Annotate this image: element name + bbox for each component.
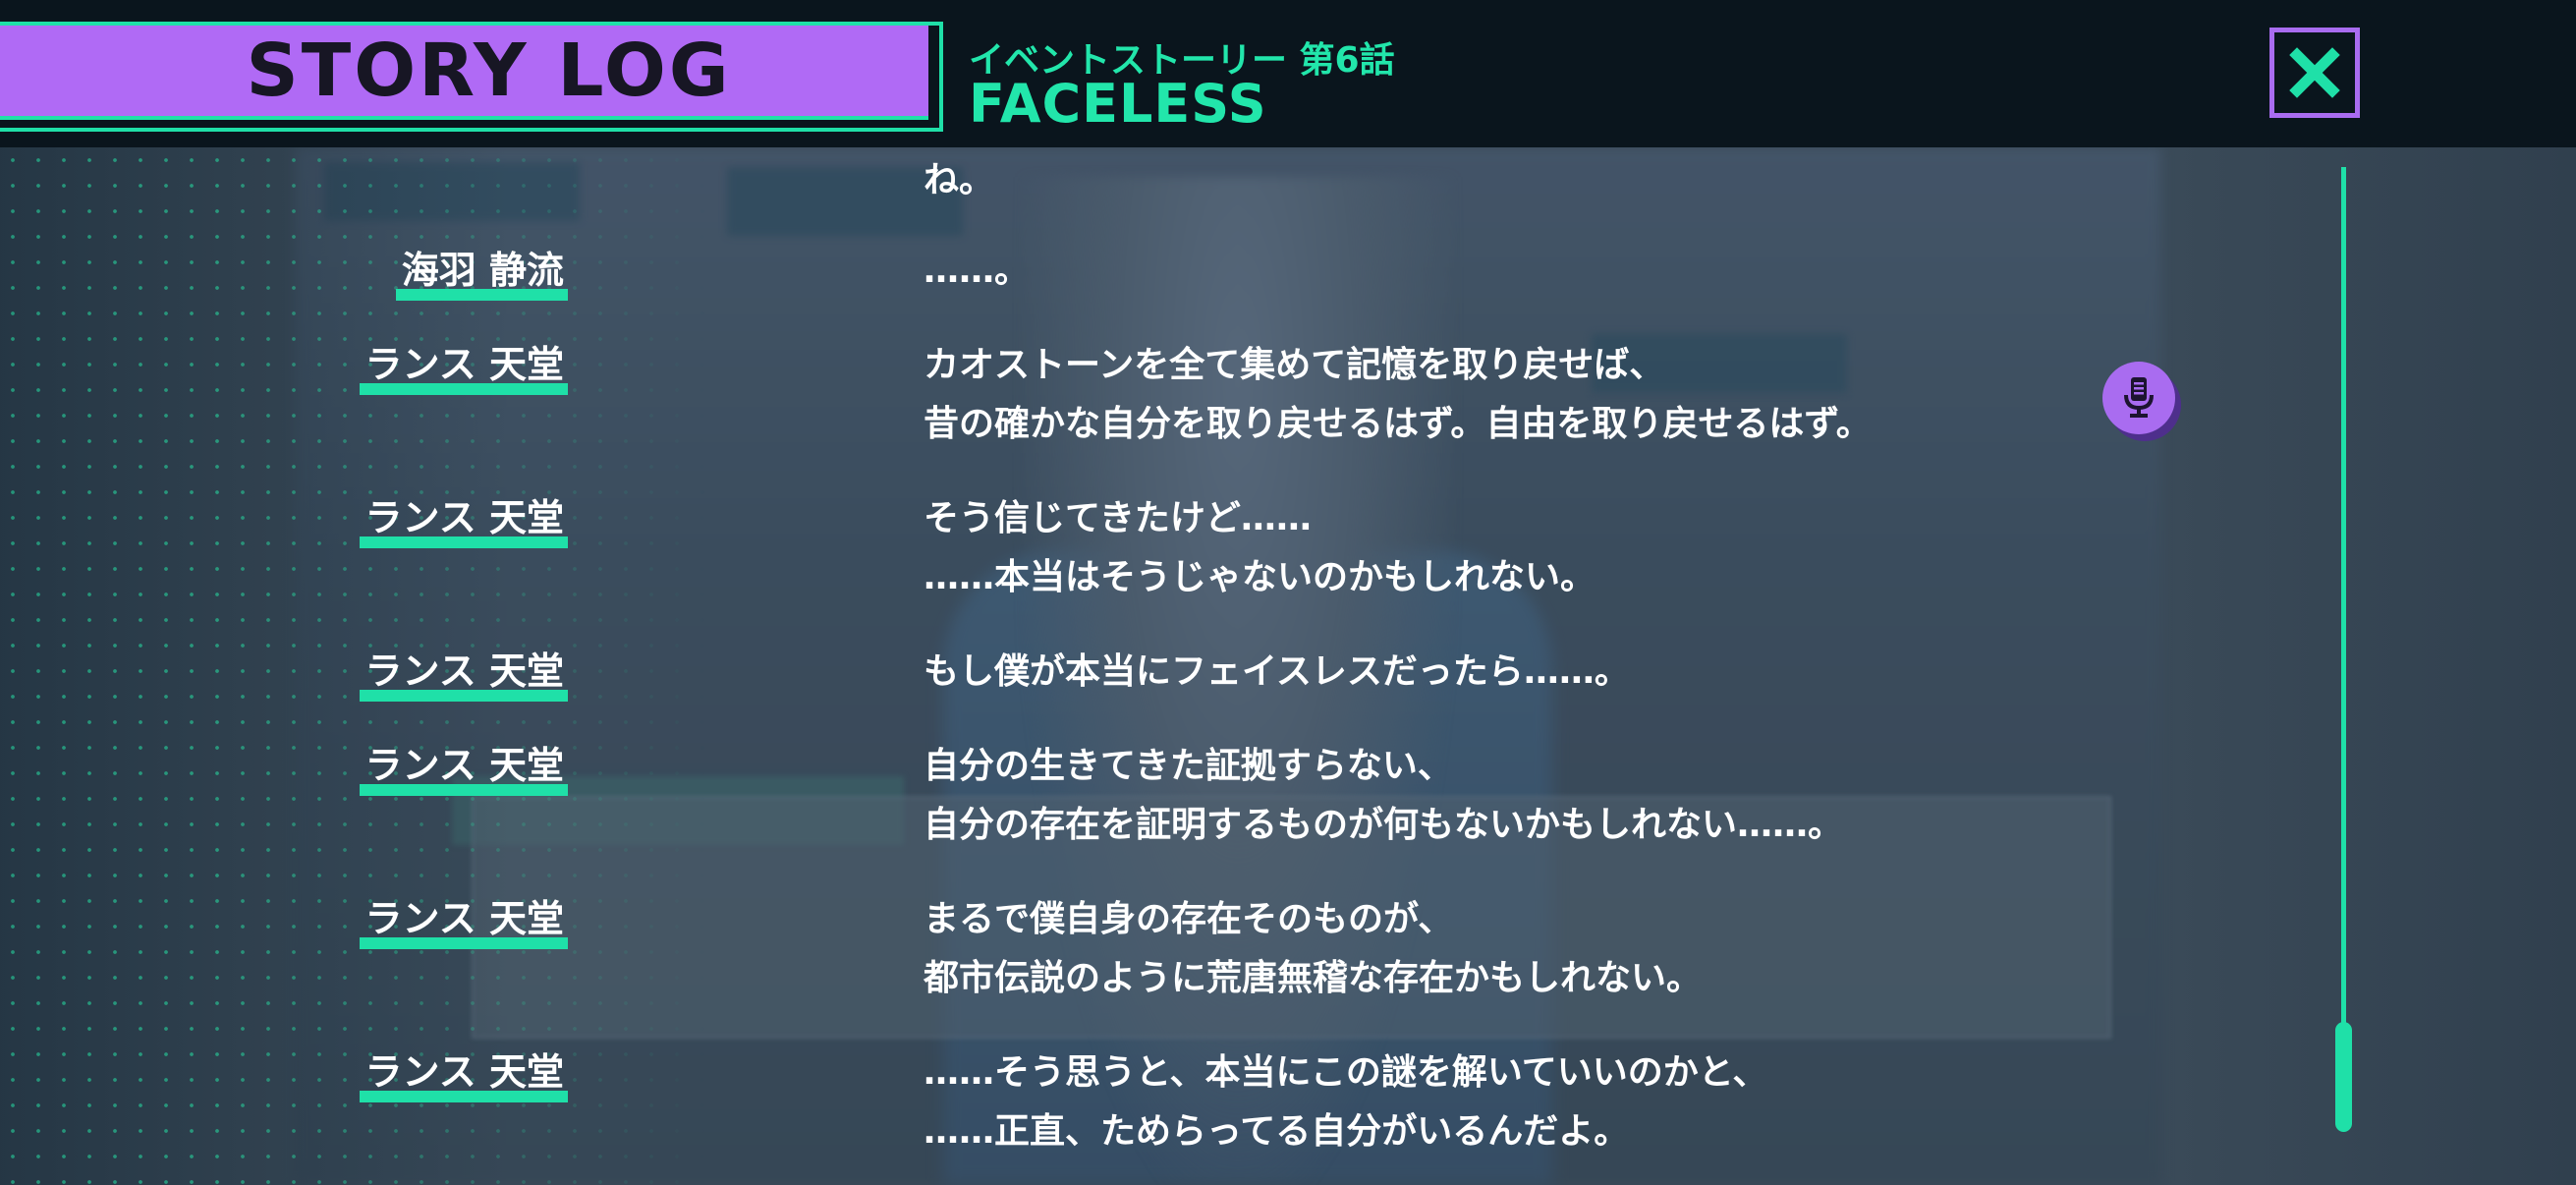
dialogue-line: 都市伝説のように荒唐無稽な存在かもしれない。 bbox=[924, 958, 1703, 998]
close-button[interactable] bbox=[2269, 28, 2360, 118]
dialogue-text: 自分の生きてきた証拠すらない、自分の存在を証明するものが何もないかもしれない……… bbox=[924, 737, 1843, 855]
dialogue-line: ……そう思うと、本当にこの謎を解いていいのかと、 bbox=[924, 1052, 1768, 1093]
microphone-icon bbox=[2124, 377, 2154, 418]
title-banner: STORY LOG bbox=[0, 26, 928, 120]
speaker-name: 海羽 静流 bbox=[395, 246, 569, 301]
speaker-name: ランス 天堂 bbox=[359, 647, 569, 702]
speaker-nameplate: ランス 天堂 bbox=[359, 493, 569, 548]
header-bar: STORY LOG イベントストーリー 第6話 FACELESS bbox=[0, 0, 2576, 147]
dialogue-text: カオストーンを全て集めて記憶を取り戻せば、昔の確かな自分を取り戻せるはず。自由を… bbox=[924, 336, 1872, 454]
dialogue-text: ……そう思うと、本当にこの謎を解いていいのかと、 ……正直、ためらってる自分がいる… bbox=[924, 1044, 1767, 1161]
dialogue-line: ……正直、ためらってる自分がいるんだよ。 bbox=[924, 1111, 1630, 1152]
dialogue-text: ね。 bbox=[924, 151, 994, 210]
dialogue-line: ね。 bbox=[924, 160, 995, 200]
dialogue-text: ……。 bbox=[924, 242, 1030, 301]
speaker-nameplate: ランス 天堂 bbox=[359, 741, 569, 796]
dialogue-text: まるで僕自身の存在そのものが、都市伝説のように荒唐無稽な存在かもしれない。 bbox=[924, 890, 1702, 1008]
story-log-screen: STORY LOG イベントストーリー 第6話 FACELESS ね。 海羽 静… bbox=[0, 0, 2576, 1185]
dialogue-line: 自分の生きてきた証拠すらない、 bbox=[924, 746, 1453, 786]
speaker-name: ランス 天堂 bbox=[359, 741, 569, 796]
scrollbar-thumb[interactable] bbox=[2335, 1022, 2352, 1132]
speaker-name: ランス 天堂 bbox=[359, 340, 569, 395]
dialogue-text: そう信じてきたけど…… ……本当はそうじゃないのかもしれない。 bbox=[924, 489, 1596, 607]
close-icon bbox=[2289, 47, 2340, 98]
page-title: STORY LOG bbox=[246, 28, 732, 113]
dialogue-line: 自分の存在を証明するものが何もないかもしれない……。 bbox=[924, 805, 1844, 845]
dialogue-line: ……本当はそうじゃないのかもしれない。 bbox=[924, 557, 1596, 597]
dialogue-line: まるで僕自身の存在そのものが、 bbox=[924, 899, 1454, 939]
episode-title: FACELESS bbox=[969, 73, 1267, 135]
dialogue-line: ……。 bbox=[924, 251, 1031, 291]
speaker-name: ランス 天堂 bbox=[359, 493, 569, 548]
voice-play-button[interactable] bbox=[2102, 362, 2175, 434]
story-log-list[interactable]: ね。 海羽 静流 ……。 ランス 天堂 カオストーンを全て集めて記憶を取り戻せば… bbox=[0, 147, 2576, 1185]
speaker-name: ランス 天堂 bbox=[359, 894, 569, 949]
speaker-nameplate: ランス 天堂 bbox=[359, 1047, 569, 1102]
dialogue-line: 昔の確かな自分を取り戻せるはず。自由を取り戻せるはず。 bbox=[924, 404, 1872, 444]
dialogue-line: そう信じてきたけど…… bbox=[924, 498, 1312, 538]
speaker-nameplate: ランス 天堂 bbox=[359, 340, 569, 395]
dialogue-line: カオストーンを全て集めて記憶を取り戻せば、 bbox=[924, 345, 1665, 385]
speaker-nameplate: ランス 天堂 bbox=[359, 647, 569, 702]
scrollbar-track[interactable] bbox=[2341, 167, 2346, 1130]
speaker-name: ランス 天堂 bbox=[359, 1047, 569, 1102]
speaker-nameplate: ランス 天堂 bbox=[359, 894, 569, 949]
speaker-nameplate: 海羽 静流 bbox=[395, 246, 569, 301]
dialogue-text: もし僕が本当にフェイスレスだったら……。 bbox=[924, 643, 1630, 702]
dialogue-line: もし僕が本当にフェイスレスだったら……。 bbox=[924, 651, 1630, 692]
